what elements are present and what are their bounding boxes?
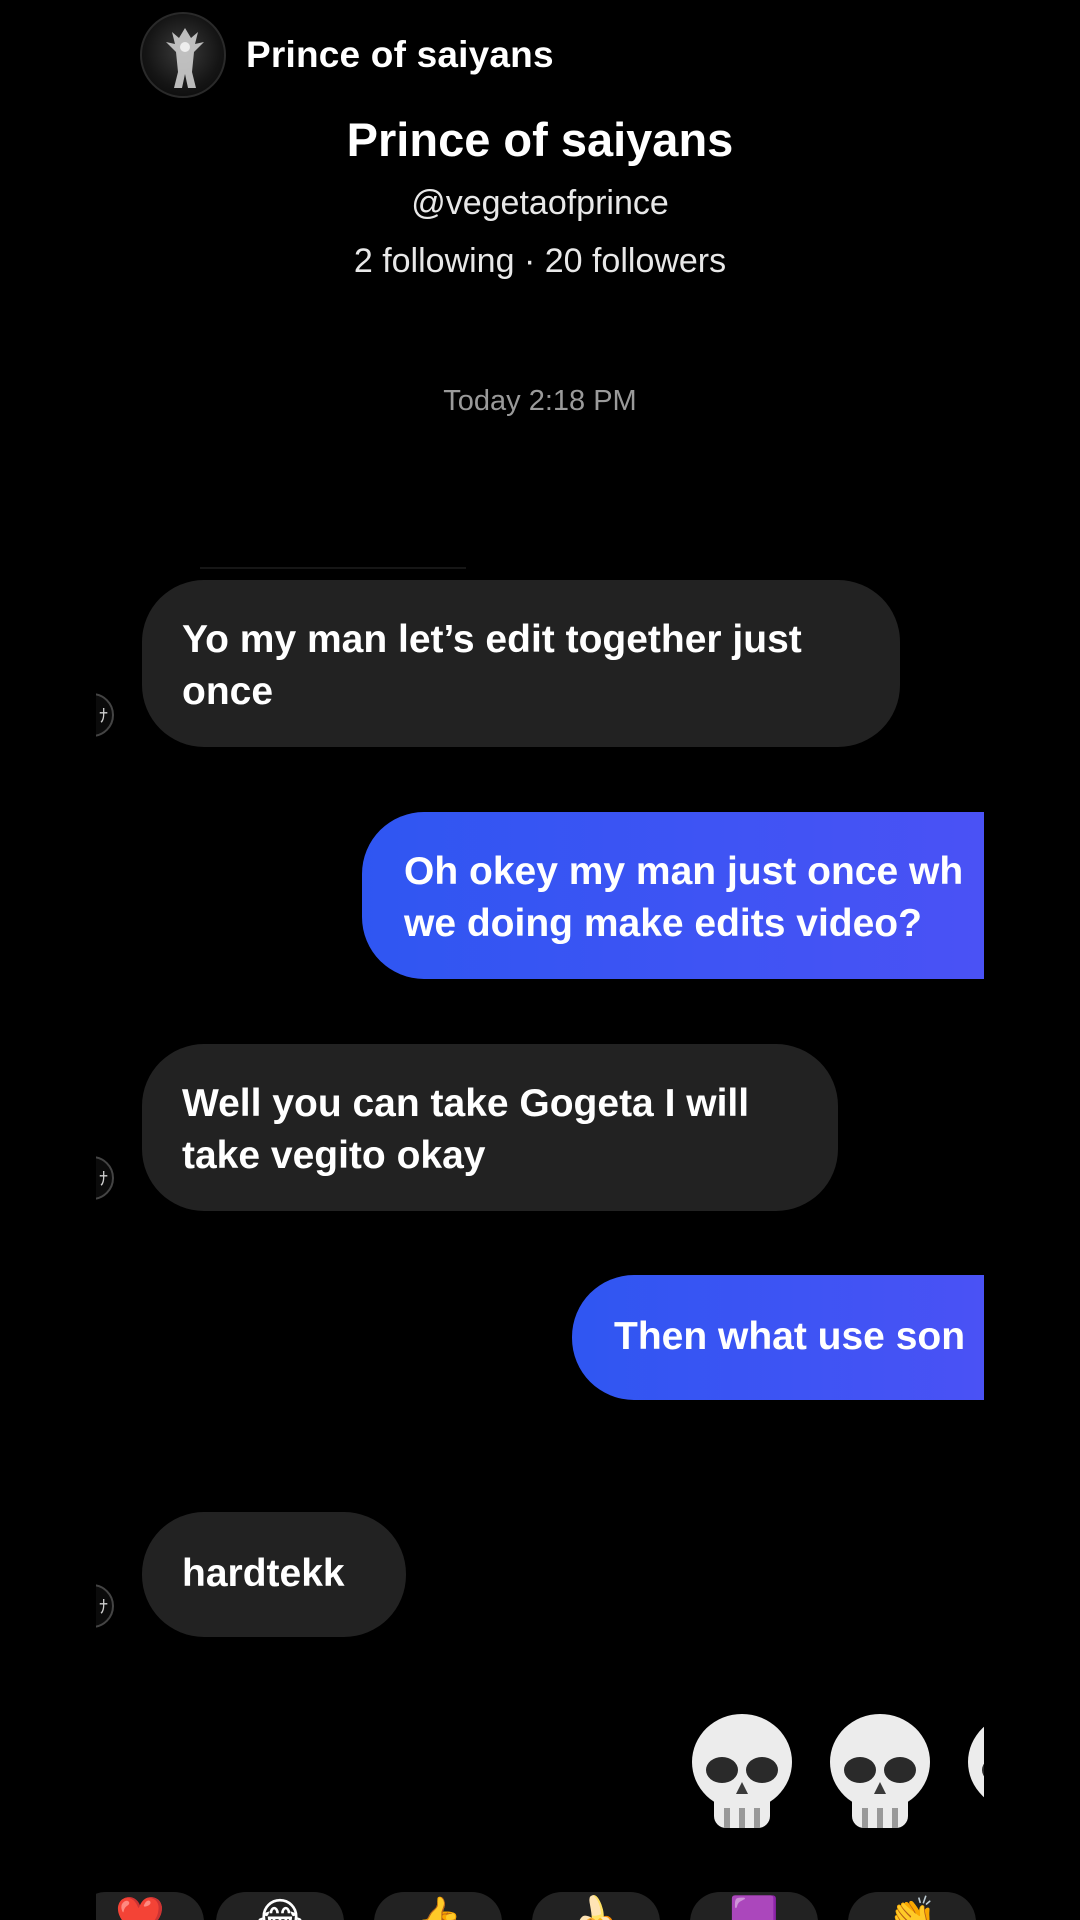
reaction-heart-button[interactable]: ❤️	[96, 1892, 204, 1920]
sender-avatar[interactable]: ﾅ	[96, 693, 114, 737]
skull-emoji[interactable]	[824, 1710, 936, 1834]
message-incoming[interactable]: Well you can take Gogeta I will take veg…	[142, 1044, 838, 1211]
skull-emoji[interactable]	[962, 1710, 984, 1834]
message-incoming[interactable]: hardtekk	[142, 1512, 406, 1637]
profile-stats: 2 following · 20 followers	[353, 242, 727, 280]
message-text-line: hardtekk	[182, 1552, 345, 1595]
chat-header[interactable]: Prince of saiyans	[140, 12, 554, 98]
message-incoming[interactable]: Yo my man let’s edit together just once	[142, 580, 900, 747]
sender-avatar[interactable]: ﾅ	[96, 1156, 114, 1200]
message-outgoing[interactable]: Then what use son	[572, 1275, 984, 1400]
avatar[interactable]	[140, 12, 226, 98]
message-text-line: once	[182, 670, 274, 713]
reaction-laugh-button[interactable]: 😂	[216, 1892, 344, 1920]
reaction-banana-button[interactable]: 🍌	[532, 1892, 660, 1920]
profile-handle: @vegetaofprince	[411, 184, 669, 222]
reaction-purple-button[interactable]: 🟪	[690, 1892, 818, 1920]
profile-name: Prince of saiyans	[346, 113, 734, 166]
sender-avatar[interactable]: ﾅ	[96, 1584, 114, 1628]
message-outgoing[interactable]: Oh okey my man just once wh we doing mak…	[362, 812, 984, 979]
reaction-thumbs-up-button[interactable]: 👍	[374, 1892, 502, 1920]
timestamp: Today 2:18 PM	[443, 385, 637, 417]
message-text-line: Yo my man let’s edit together just	[182, 618, 802, 661]
header-title[interactable]: Prince of saiyans	[246, 34, 554, 76]
saiyan-silhouette-icon	[166, 28, 204, 88]
message-text-line: Well you can take Gogeta I will	[182, 1082, 750, 1125]
message-text-line: Then what use son	[614, 1315, 966, 1358]
skull-emoji[interactable]	[686, 1710, 798, 1834]
message-text-line: take vegito okay	[182, 1134, 486, 1177]
message-text-line: we doing make edits video?	[404, 902, 922, 945]
reaction-bar: ❤️ 😂 👍 🍌 🟪 👏	[96, 1892, 984, 1920]
divider	[200, 567, 466, 569]
chat-viewport: Prince of saiyans Prince of saiyans @veg…	[96, 0, 984, 1920]
message-text-line: Oh okey my man just once wh	[404, 850, 964, 893]
reaction-clap-button[interactable]: 👏	[848, 1892, 976, 1920]
